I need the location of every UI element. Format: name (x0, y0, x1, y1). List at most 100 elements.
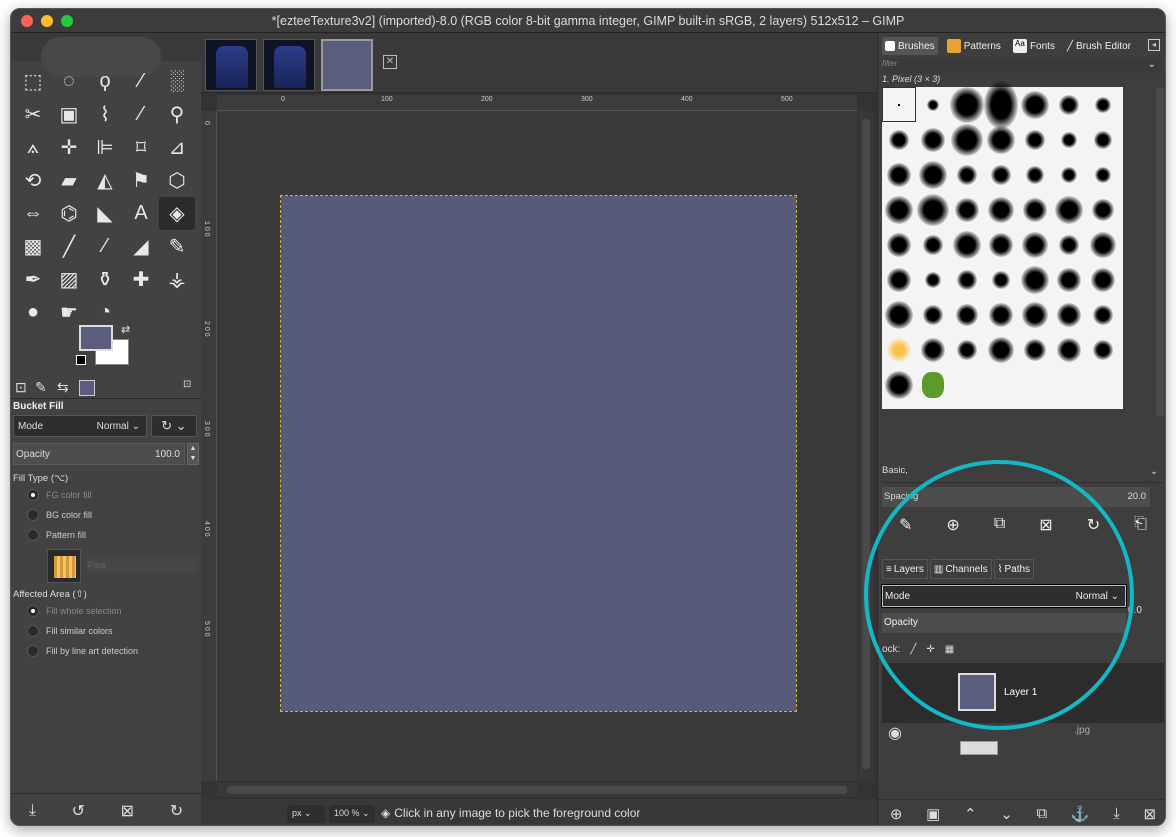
swap-colors-icon[interactable]: ⇄ (121, 323, 130, 336)
brush-thumbnail[interactable] (882, 192, 916, 227)
bucket-fill-icon[interactable]: ◈ (159, 197, 195, 230)
brush-thumbnail[interactable] (1052, 332, 1086, 367)
restore-options-icon[interactable]: ↺ (72, 801, 85, 821)
brush-thumbnail[interactable] (1052, 122, 1086, 157)
tab-channels[interactable]: ▥ Channels (929, 559, 992, 579)
brush-thumbnail[interactable] (916, 297, 950, 332)
merge-layer-icon[interactable]: ⤓ (1113, 805, 1120, 822)
align-tool-icon[interactable]: ⊫ (87, 131, 123, 164)
free-select-icon[interactable]: ϙ (87, 65, 123, 98)
brush-grid[interactable] (882, 80, 1123, 409)
new-layer-icon[interactable]: ⊕ (890, 805, 903, 823)
brush-thumbnail[interactable] (950, 227, 984, 262)
lower-layer-icon[interactable]: ⌄ (1000, 805, 1013, 823)
brush-thumbnail[interactable] (882, 157, 916, 192)
brush-thumbnail[interactable] (916, 367, 950, 402)
clone-tool-icon[interactable]: ⚱ (87, 263, 123, 296)
image-tab-shirt-1[interactable] (205, 39, 257, 91)
refresh-brushes-icon[interactable]: ↻ (1087, 515, 1100, 545)
brush-thumbnail[interactable] (1086, 332, 1120, 367)
brush-thumbnail[interactable] (1018, 297, 1052, 332)
cage-transform-icon[interactable]: ⌬ (51, 197, 87, 230)
opacity-spinner[interactable]: ▲ ▼ (187, 443, 199, 465)
brush-thumbnail[interactable] (1052, 157, 1086, 192)
tab-patterns[interactable]: Patterns (944, 37, 1004, 55)
perspective-clone-icon[interactable]: ⚶ (159, 263, 195, 296)
rect-select-icon[interactable]: ⬚ (15, 65, 51, 98)
delete-options-icon[interactable]: ⊠ (121, 801, 134, 821)
horizontal-scrollbar[interactable] (217, 783, 857, 797)
spacing-slider[interactable]: Spacing 20.0 (882, 487, 1150, 507)
brush-thumbnail[interactable] (916, 87, 950, 122)
brush-thumbnail[interactable] (984, 192, 1018, 227)
tab-paths[interactable]: ⌇ Paths (993, 559, 1035, 579)
visibility-eye-icon[interactable]: ◉ (888, 723, 902, 743)
brush-thumbnail[interactable] (882, 87, 916, 122)
zoom-select[interactable]: 100 % ⌄ (329, 805, 375, 823)
vertical-scrollbar[interactable] (859, 111, 873, 781)
reset-options-icon[interactable]: ↻ (170, 801, 183, 821)
brush-thumbnail[interactable] (984, 332, 1018, 367)
panel-menu-icon[interactable]: ⊡ (183, 379, 191, 390)
layer-opacity-slider[interactable]: Opacity (882, 613, 1126, 633)
brush-thumbnail[interactable] (882, 367, 916, 402)
scissors-icon[interactable]: ✂ (15, 98, 51, 131)
3d-transform-icon[interactable]: ⬡ (159, 164, 195, 197)
brush-thumbnail[interactable] (882, 262, 916, 297)
brush-thumbnail[interactable] (1018, 332, 1052, 367)
eraser-icon[interactable]: ◢ (123, 230, 159, 263)
paths-tool-icon[interactable]: ⌇ (87, 98, 123, 131)
open-brush-icon[interactable]: ⎗ (1134, 515, 1147, 545)
bg-color-fill-radio[interactable]: BG color fill (27, 509, 92, 521)
delete-brush-icon[interactable]: ⊠ (1039, 515, 1052, 545)
canvas-area[interactable] (217, 111, 857, 781)
brush-thumbnail[interactable] (950, 86, 984, 123)
brush-thumbnail[interactable] (984, 262, 1018, 297)
pattern-swatch[interactable] (47, 549, 81, 583)
new-layer-group-icon[interactable]: ▣ (926, 805, 940, 823)
close-tab-icon[interactable]: ✕ (383, 55, 397, 69)
brush-scrollbar[interactable] (1156, 87, 1164, 417)
brush-preset-select[interactable]: Basic, ⌄ (882, 465, 1164, 483)
unit-select[interactable]: px ⌄ (287, 805, 325, 823)
zoom-tool-icon[interactable]: ⚲ (159, 98, 195, 131)
color-select-icon[interactable]: ░ (159, 65, 195, 98)
text-tool-icon[interactable]: A (123, 197, 159, 230)
brush-thumbnail[interactable] (1086, 122, 1120, 157)
brush-thumbnail[interactable] (1086, 227, 1120, 262)
fg-color-fill-radio[interactable]: FG color fill (27, 489, 92, 501)
brush-thumbnail[interactable] (1086, 157, 1120, 192)
warp-transform-icon[interactable]: ⚑ (123, 164, 159, 197)
pattern-fill-radio[interactable]: Pattern fill (27, 529, 86, 541)
brush-thumbnail[interactable] (1052, 192, 1086, 227)
crop-tool-icon[interactable]: ⌑ (123, 131, 159, 164)
color-picker-icon[interactable]: ⁄ (123, 98, 159, 131)
tab-brush-editor[interactable]: ╱ Brush Editor (1064, 37, 1134, 55)
brush-thumbnail[interactable] (950, 192, 984, 227)
opacity-slider[interactable]: Opacity 100.0 (13, 443, 185, 465)
lock-pixels-icon[interactable]: ╱ (910, 644, 916, 655)
shear-tool-icon[interactable]: ▰ (51, 164, 87, 197)
undo-history-tab-icon[interactable]: ⇆ (57, 379, 69, 396)
foreground-select-icon[interactable]: ▣ (51, 98, 87, 131)
airbrush-icon[interactable]: ✎ (159, 230, 195, 263)
chevron-down-icon[interactable]: ⌄ (1148, 59, 1156, 70)
brush-thumbnail[interactable] (1018, 87, 1052, 122)
brush-thumbnail[interactable] (1052, 227, 1086, 262)
fill-line-art-radio[interactable]: Fill by line art detection (27, 645, 138, 657)
lock-alpha-icon[interactable]: ▦ (945, 644, 954, 655)
brush-thumbnail[interactable] (916, 122, 950, 157)
layer-row[interactable]: Layer 1 (958, 673, 1037, 711)
tab-layers[interactable]: ≡ Layers (882, 559, 928, 579)
tool-options-tab-icon[interactable]: ⊡ (15, 379, 27, 396)
tab-fonts[interactable]: Aa Fonts (1010, 37, 1058, 55)
device-status-tab-icon[interactable]: ✎ (35, 379, 47, 396)
brush-thumbnail[interactable] (882, 297, 916, 332)
tab-brushes[interactable]: Brushes (882, 37, 938, 55)
images-tab-icon[interactable] (79, 380, 95, 396)
fill-similar-colors-radio[interactable]: Fill similar colors (27, 625, 113, 637)
brush-thumbnail[interactable] (882, 227, 916, 262)
perspective-tool-icon[interactable]: ◭ (87, 164, 123, 197)
reset-mode-button[interactable]: ↻ ⌄ (151, 415, 197, 437)
edit-brush-icon[interactable]: ✎ (899, 515, 912, 545)
